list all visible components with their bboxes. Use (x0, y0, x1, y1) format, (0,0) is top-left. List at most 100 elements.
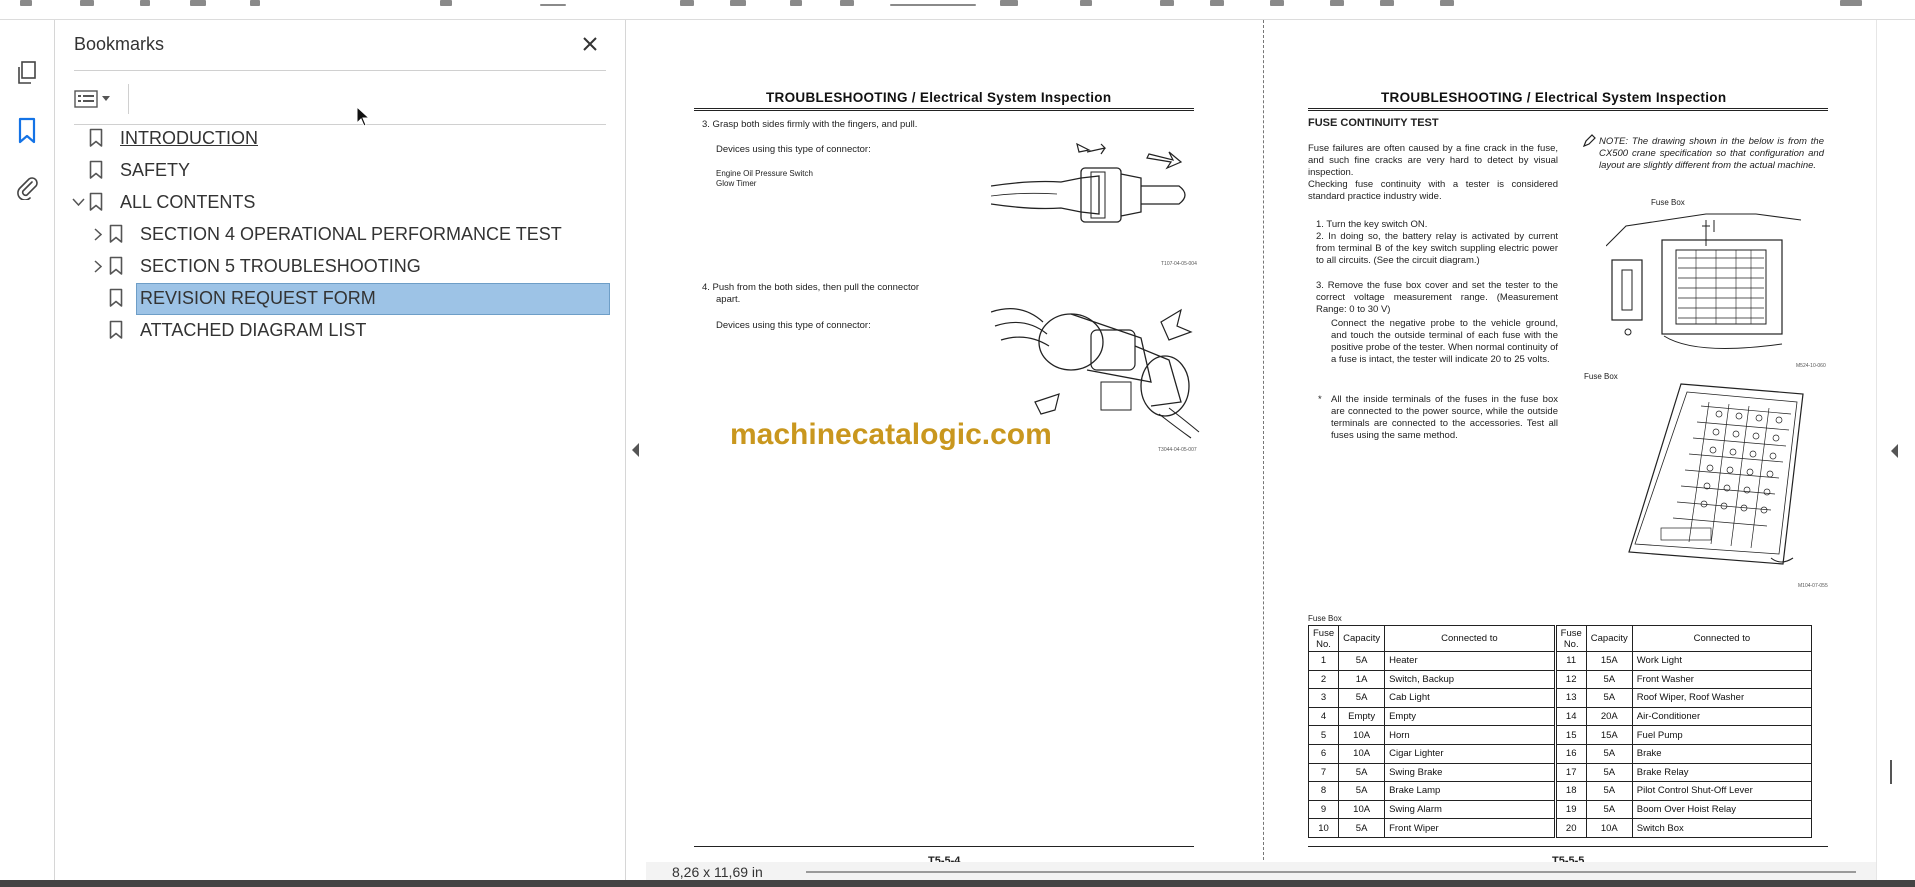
device-item: Glow Timer (716, 179, 757, 188)
document-view[interactable]: TROUBLESHOOTING / Electrical System Insp… (646, 20, 1876, 867)
table-cell: Brake (1631, 743, 1813, 764)
table-cell: Roof Wiper, Roof Washer (1631, 688, 1813, 708)
table-cell: 1A (1338, 669, 1386, 690)
fuse-box-detail-illustration (1628, 383, 1804, 565)
table-cell: 5A (1338, 781, 1386, 801)
table-row: 1 5A Heater 11 15A Work Light (1307, 651, 1813, 671)
bookmark-icon[interactable] (8, 112, 46, 150)
step-text: 3. Remove the fuse box cover and set the… (1316, 280, 1558, 315)
table-cell: 10A (1338, 743, 1386, 764)
chevron-right-icon[interactable] (88, 251, 108, 281)
table-cell: 1 (1307, 651, 1340, 671)
pages-icon[interactable] (8, 54, 46, 92)
toolbar-tool-icon[interactable] (1270, 0, 1284, 6)
chevron-down-icon[interactable] (68, 187, 88, 217)
toolbar-tool-icon[interactable] (1380, 0, 1394, 6)
toolbar-tool-icon[interactable] (20, 0, 32, 6)
attachment-icon[interactable] (8, 168, 46, 206)
device-item: Engine Oil Pressure Switch (716, 169, 813, 178)
toolbar-tool-icon[interactable] (1160, 0, 1174, 6)
column-header: Capacity (1585, 625, 1633, 652)
toolbar-tool-icon[interactable] (190, 0, 206, 6)
column-header: Connected to (1631, 625, 1813, 652)
bookmark-icon (106, 251, 126, 281)
bookmark-item[interactable]: ATTACHED DIAGRAM LIST (74, 315, 606, 345)
page-separator (1263, 20, 1264, 865)
toolbar-tool-icon[interactable] (840, 0, 854, 6)
fuse-table-body: 1 5A Heater 11 15A Work Light 2 1A Switch, Backu… (1307, 651, 1813, 838)
toolbar-tool-icon[interactable] (790, 0, 802, 6)
toolbar-tool-icon[interactable] (730, 0, 746, 6)
step-text: 3. Grasp both sides firmly with the fing… (702, 119, 918, 130)
toolbar-tool-icon[interactable] (1080, 0, 1092, 6)
header-rule (694, 108, 1194, 111)
bookmark-item[interactable]: SECTION 5 TROUBLESHOOTING (74, 251, 606, 281)
note-pencil-icon (1582, 134, 1596, 148)
table-row: 5 10A Horn 15 15A Fuel Pump (1307, 725, 1813, 745)
table-cell: Cigar Lighter (1384, 743, 1556, 764)
toolbar-zoom-field[interactable] (890, 4, 976, 6)
toolbar-tool-icon[interactable] (250, 0, 260, 6)
table-cell: 9 (1307, 799, 1340, 820)
toolbar-tool-icon[interactable] (1440, 0, 1454, 6)
toolbar-tool-icon[interactable] (1000, 0, 1018, 6)
options-menu-icon[interactable] (74, 84, 124, 114)
table-cell: 2 (1307, 669, 1340, 690)
bookmark-label: SECTION 4 OPERATIONAL PERFORMANCE TEST (140, 223, 562, 244)
table-cell: Fuel Pump (1631, 725, 1813, 745)
collapse-panel-button[interactable] (626, 20, 646, 880)
divider (128, 84, 129, 114)
step-text: 1. Turn the key switch ON. (1316, 219, 1428, 230)
bookmark-item[interactable]: ALL CONTENTS (71, 187, 606, 217)
vertical-scrollbar-thumb[interactable] (1890, 760, 1892, 784)
toolbar-tool-icon[interactable] (1330, 0, 1344, 6)
table-cell: Front Washer (1631, 669, 1813, 690)
bookmark-item[interactable]: SECTION 4 OPERATIONAL PERFORMANCE TEST (74, 219, 606, 249)
table-cell: 6 (1307, 743, 1340, 764)
footer-rule (694, 846, 1194, 847)
step-text: Devices using this type of connector: (716, 320, 871, 331)
bookmark-item[interactable]: SAFETY (74, 155, 606, 185)
table-cell: 5A (1585, 781, 1633, 801)
horizontal-scrollbar[interactable] (806, 871, 1856, 873)
toolbar-field[interactable] (540, 4, 566, 6)
panel-title: Bookmarks (74, 34, 165, 54)
figure-label: Fuse Box (1584, 372, 1618, 381)
bookmark-item[interactable]: REVISION REQUEST FORM (74, 283, 610, 315)
paragraph: Checking fuse continuity with a tester i… (1308, 179, 1558, 202)
running-header: TROUBLESHOOTING / Electrical System Insp… (766, 90, 1112, 105)
table-cell: 5A (1338, 688, 1386, 708)
mouse-cursor (356, 105, 371, 133)
table-cell: 13 (1553, 688, 1587, 708)
table-cell: 15 (1553, 725, 1587, 745)
bookmark-item[interactable]: INTRODUCTION (74, 123, 606, 153)
table-cell: 5 (1307, 725, 1340, 745)
pdf-viewer-window: Bookmarks INTRODUCTION SAFETY ALL CONTENTS… (0, 0, 1915, 887)
table-cell: 5A (1585, 669, 1633, 690)
section-title: FUSE CONTINUITY TEST (1308, 117, 1439, 129)
table-cell: Empty (1338, 706, 1386, 727)
toolbar-tool-icon[interactable] (1210, 0, 1224, 6)
toolbar-tool-icon[interactable] (680, 0, 694, 6)
table-cell: 5A (1585, 688, 1633, 708)
chevron-right-icon[interactable] (88, 219, 108, 249)
column-header: Connected to (1384, 625, 1556, 652)
paragraph: Fuse failures are often caused by a fine… (1308, 143, 1558, 178)
bookmark-label: ATTACHED DIAGRAM LIST (140, 319, 367, 340)
table-cell: 19 (1553, 799, 1587, 820)
chevron-left-icon[interactable] (1891, 444, 1899, 458)
fuse-table: Fuse No. Capacity Connected to Fuse No. … (1307, 625, 1813, 838)
toolbar-tool-icon[interactable] (440, 0, 452, 6)
table-header-row: Fuse No. Capacity Connected to Fuse No. … (1307, 625, 1813, 652)
toolbar-tool-icon[interactable] (140, 0, 150, 6)
toolbar-tool-icon[interactable] (1840, 0, 1862, 6)
table-cell: Horn (1384, 725, 1556, 745)
table-cell: 15A (1585, 725, 1633, 745)
toolbar-tool-icon[interactable] (80, 0, 94, 6)
table-cell: Swing Brake (1384, 762, 1556, 783)
close-icon[interactable] (574, 28, 606, 60)
column-header: Capacity (1338, 625, 1386, 652)
table-row: 10 5A Front Wiper 20 10A Switch Box (1307, 818, 1813, 838)
bookmark-icon (86, 187, 106, 217)
bookmark-label: ALL CONTENTS (120, 191, 256, 212)
